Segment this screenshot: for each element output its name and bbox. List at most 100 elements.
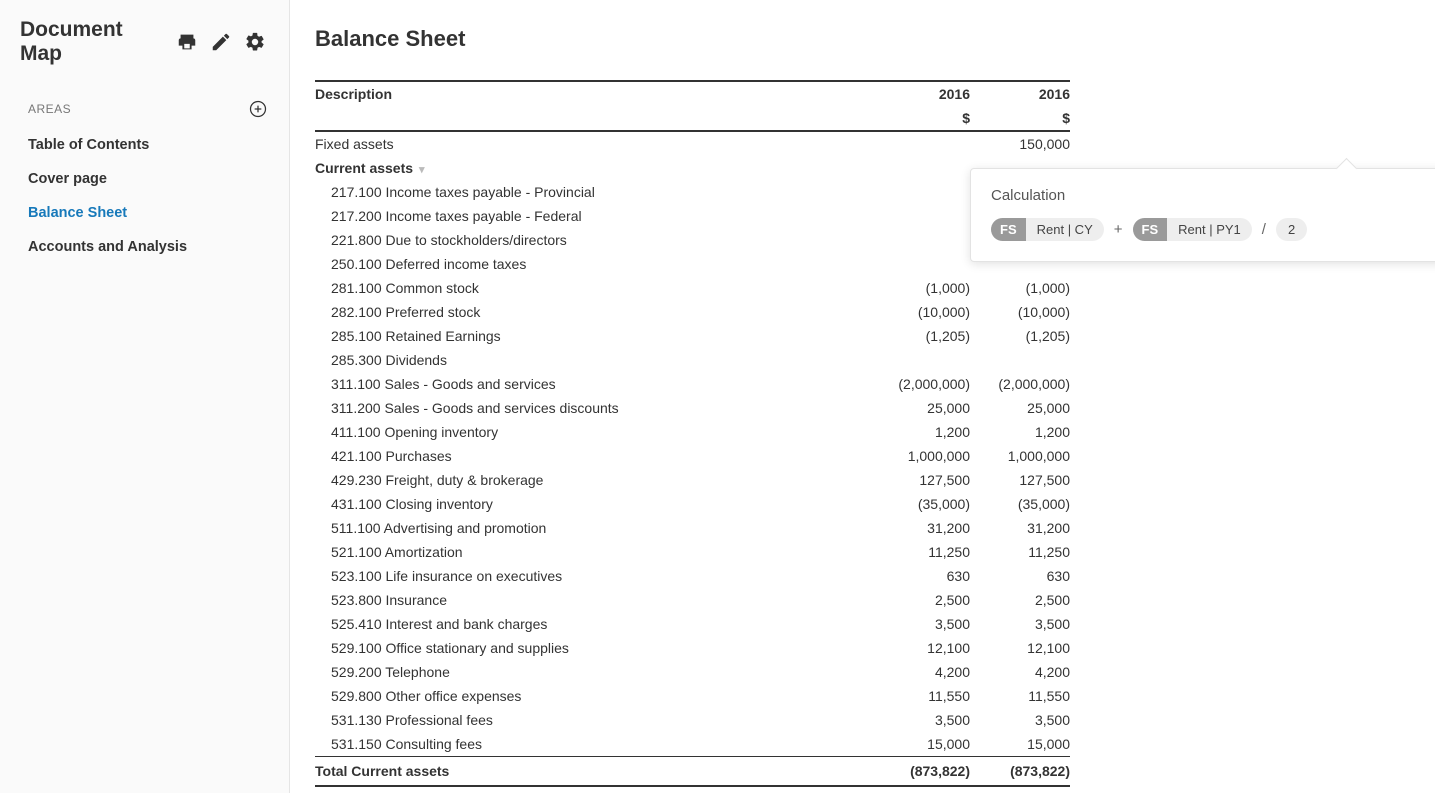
- value-col1: (35,000): [870, 492, 970, 516]
- account-label: 285.300 Dividends: [315, 348, 870, 372]
- table-row[interactable]: 411.100 Opening inventory1,2001,200: [315, 420, 1070, 444]
- total-label: Total Current assets: [315, 757, 870, 787]
- account-label: 529.200 Telephone: [315, 660, 870, 684]
- value-col1: 127,500: [870, 468, 970, 492]
- cell: [870, 131, 970, 156]
- col-desc: Description: [315, 81, 870, 106]
- table-row[interactable]: 523.800 Insurance2,5002,500: [315, 588, 1070, 612]
- plus-operator: +: [1112, 221, 1125, 238]
- value-col2: (1,000): [970, 276, 1070, 300]
- total-col1: (873,822): [870, 757, 970, 787]
- value-col1: [870, 348, 970, 372]
- table-row[interactable]: 431.100 Closing inventory(35,000)(35,000…: [315, 492, 1070, 516]
- calc-operand-2[interactable]: FS Rent | PY1: [1133, 218, 1252, 241]
- value-col1: [870, 204, 970, 228]
- value-col2: 4,200: [970, 660, 1070, 684]
- table-row[interactable]: 429.230 Freight, duty & brokerage127,500…: [315, 468, 1070, 492]
- table-row[interactable]: 421.100 Purchases1,000,0001,000,000: [315, 444, 1070, 468]
- gear-icon[interactable]: [241, 28, 269, 56]
- account-label: 411.100 Opening inventory: [315, 420, 870, 444]
- table-row[interactable]: 525.410 Interest and bank charges3,5003,…: [315, 612, 1070, 636]
- print-icon[interactable]: [173, 28, 201, 56]
- value-col2: 15,000: [970, 732, 1070, 757]
- col-year-1: 2016: [870, 81, 970, 106]
- account-label: 311.200 Sales - Goods and services disco…: [315, 396, 870, 420]
- divide-operator: /: [1260, 221, 1268, 238]
- table-row[interactable]: 282.100 Preferred stock(10,000)(10,000): [315, 300, 1070, 324]
- table-row[interactable]: 523.100 Life insurance on executives6306…: [315, 564, 1070, 588]
- value-col2: 630: [970, 564, 1070, 588]
- sidebar-title: Document Map: [20, 18, 167, 66]
- account-label: 429.230 Freight, duty & brokerage: [315, 468, 870, 492]
- account-label: 521.100 Amortization: [315, 540, 870, 564]
- table-row[interactable]: 311.100 Sales - Goods and services(2,000…: [315, 372, 1070, 396]
- value-col1: 630: [870, 564, 970, 588]
- account-label: 421.100 Purchases: [315, 444, 870, 468]
- table-row[interactable]: 511.100 Advertising and promotion31,2003…: [315, 516, 1070, 540]
- value-col2: 3,500: [970, 612, 1070, 636]
- pill-text: Rent | CY: [1026, 218, 1104, 241]
- value-col1: 25,000: [870, 396, 970, 420]
- pill-text: Rent | PY1: [1167, 218, 1252, 241]
- value-col2: (35,000): [970, 492, 1070, 516]
- sidebar-item-balance-sheet[interactable]: Balance Sheet: [0, 196, 289, 230]
- chevron-down-icon[interactable]: ▾: [419, 163, 425, 176]
- table-row[interactable]: 217.200 Income taxes payable - Federal: [315, 204, 1070, 228]
- balance-sheet-table: Description 2016 2016 $ $ Fixed assets15…: [315, 80, 1070, 787]
- table-row[interactable]: Current assets▾: [315, 156, 1070, 180]
- account-label: 221.800 Due to stockholders/directors: [315, 228, 870, 252]
- table-row[interactable]: 311.200 Sales - Goods and services disco…: [315, 396, 1070, 420]
- table-row[interactable]: 521.100 Amortization11,25011,250: [315, 540, 1070, 564]
- account-label: 531.130 Professional fees: [315, 708, 870, 732]
- account-label: 525.410 Interest and bank charges: [315, 612, 870, 636]
- account-label: 529.800 Other office expenses: [315, 684, 870, 708]
- table-row[interactable]: 529.200 Telephone4,2004,200: [315, 660, 1070, 684]
- account-label: 531.150 Consulting fees: [315, 732, 870, 757]
- table-row[interactable]: 221.800 Due to stockholders/directors: [315, 228, 1070, 252]
- account-label: 511.100 Advertising and promotion: [315, 516, 870, 540]
- account-label: 529.100 Office stationary and supplies: [315, 636, 870, 660]
- calc-operand-1[interactable]: FS Rent | CY: [991, 218, 1104, 241]
- account-label: 282.100 Preferred stock: [315, 300, 870, 324]
- account-label: 431.100 Closing inventory: [315, 492, 870, 516]
- table-row[interactable]: 285.300 Dividends: [315, 348, 1070, 372]
- value-col2: (10,000): [970, 300, 1070, 324]
- value-col2: 1,200: [970, 420, 1070, 444]
- value-col1: 11,550: [870, 684, 970, 708]
- table-row[interactable]: 285.100 Retained Earnings(1,205)(1,205): [315, 324, 1070, 348]
- col-unit-1: $: [870, 106, 970, 131]
- value-col1: 1,200: [870, 420, 970, 444]
- table-row[interactable]: 281.100 Common stock(1,000)(1,000): [315, 276, 1070, 300]
- calc-divisor[interactable]: 2: [1276, 218, 1307, 241]
- account-label: 311.100 Sales - Goods and services: [315, 372, 870, 396]
- sidebar: Document Map AREAS Table of Contents Cov…: [0, 0, 290, 793]
- value-col2: 11,550: [970, 684, 1070, 708]
- table-row[interactable]: 531.150 Consulting fees15,00015,000: [315, 732, 1070, 757]
- sidebar-item-toc[interactable]: Table of Contents: [0, 128, 289, 162]
- sidebar-item-accounts[interactable]: Accounts and Analysis: [0, 230, 289, 264]
- total-col2: (873,822): [970, 757, 1070, 787]
- account-label: 523.800 Insurance: [315, 588, 870, 612]
- table-row[interactable]: 250.100 Deferred income taxes: [315, 252, 1070, 276]
- account-label: 217.200 Income taxes payable - Federal: [315, 204, 870, 228]
- add-area-icon[interactable]: [247, 98, 269, 120]
- value-col1: 12,100: [870, 636, 970, 660]
- pill-tag: FS: [1133, 218, 1168, 241]
- account-label: 281.100 Common stock: [315, 276, 870, 300]
- table-row[interactable]: Fixed assets150,000: [315, 131, 1070, 156]
- table-row[interactable]: 531.130 Professional fees3,5003,500: [315, 708, 1070, 732]
- table-row[interactable]: 529.100 Office stationary and supplies12…: [315, 636, 1070, 660]
- value-col2: 127,500: [970, 468, 1070, 492]
- value-col2: 12,100: [970, 636, 1070, 660]
- account-label: 523.100 Life insurance on executives: [315, 564, 870, 588]
- value-col1: [870, 180, 970, 204]
- table-row[interactable]: 217.100 Income taxes payable - Provincia…: [315, 180, 1070, 204]
- edit-icon[interactable]: [207, 28, 235, 56]
- sidebar-item-cover[interactable]: Cover page: [0, 162, 289, 196]
- table-row[interactable]: Total Current assets(873,822)(873,822): [315, 757, 1070, 787]
- value-col1: (1,205): [870, 324, 970, 348]
- col-unit-2: $: [970, 106, 1070, 131]
- account-label: 217.100 Income taxes payable - Provincia…: [315, 180, 870, 204]
- table-row[interactable]: 529.800 Other office expenses11,55011,55…: [315, 684, 1070, 708]
- value-col1: 15,000: [870, 732, 970, 757]
